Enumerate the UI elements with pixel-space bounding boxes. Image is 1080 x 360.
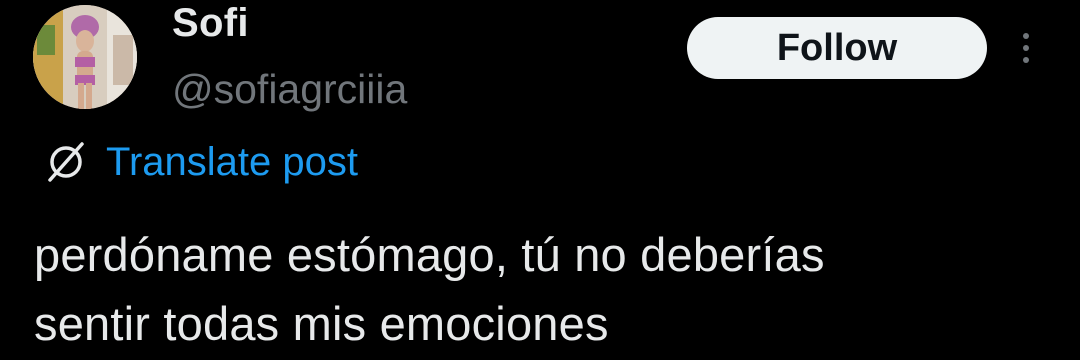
post-text-line: perdóname estómago, tú no deberías (34, 228, 825, 281)
translate-post-label: Translate post (106, 140, 358, 184)
post-text: perdóname estómago, tú no deberías senti… (34, 220, 1074, 358)
post-text-line: sentir todas mis emociones (34, 297, 609, 350)
author-handle[interactable]: @sofiagrciiia (172, 65, 407, 113)
more-dot (1023, 45, 1029, 51)
more-options-icon[interactable] (1010, 28, 1042, 68)
translate-post-link[interactable]: Translate post (40, 136, 358, 188)
follow-button[interactable]: Follow (687, 17, 987, 79)
author-display-name[interactable]: Sofi (172, 0, 249, 46)
more-dot (1023, 33, 1029, 39)
author-avatar[interactable] (33, 5, 137, 109)
more-dot (1023, 57, 1029, 63)
avatar-photo (33, 5, 137, 109)
globe-slash-icon (40, 136, 92, 188)
